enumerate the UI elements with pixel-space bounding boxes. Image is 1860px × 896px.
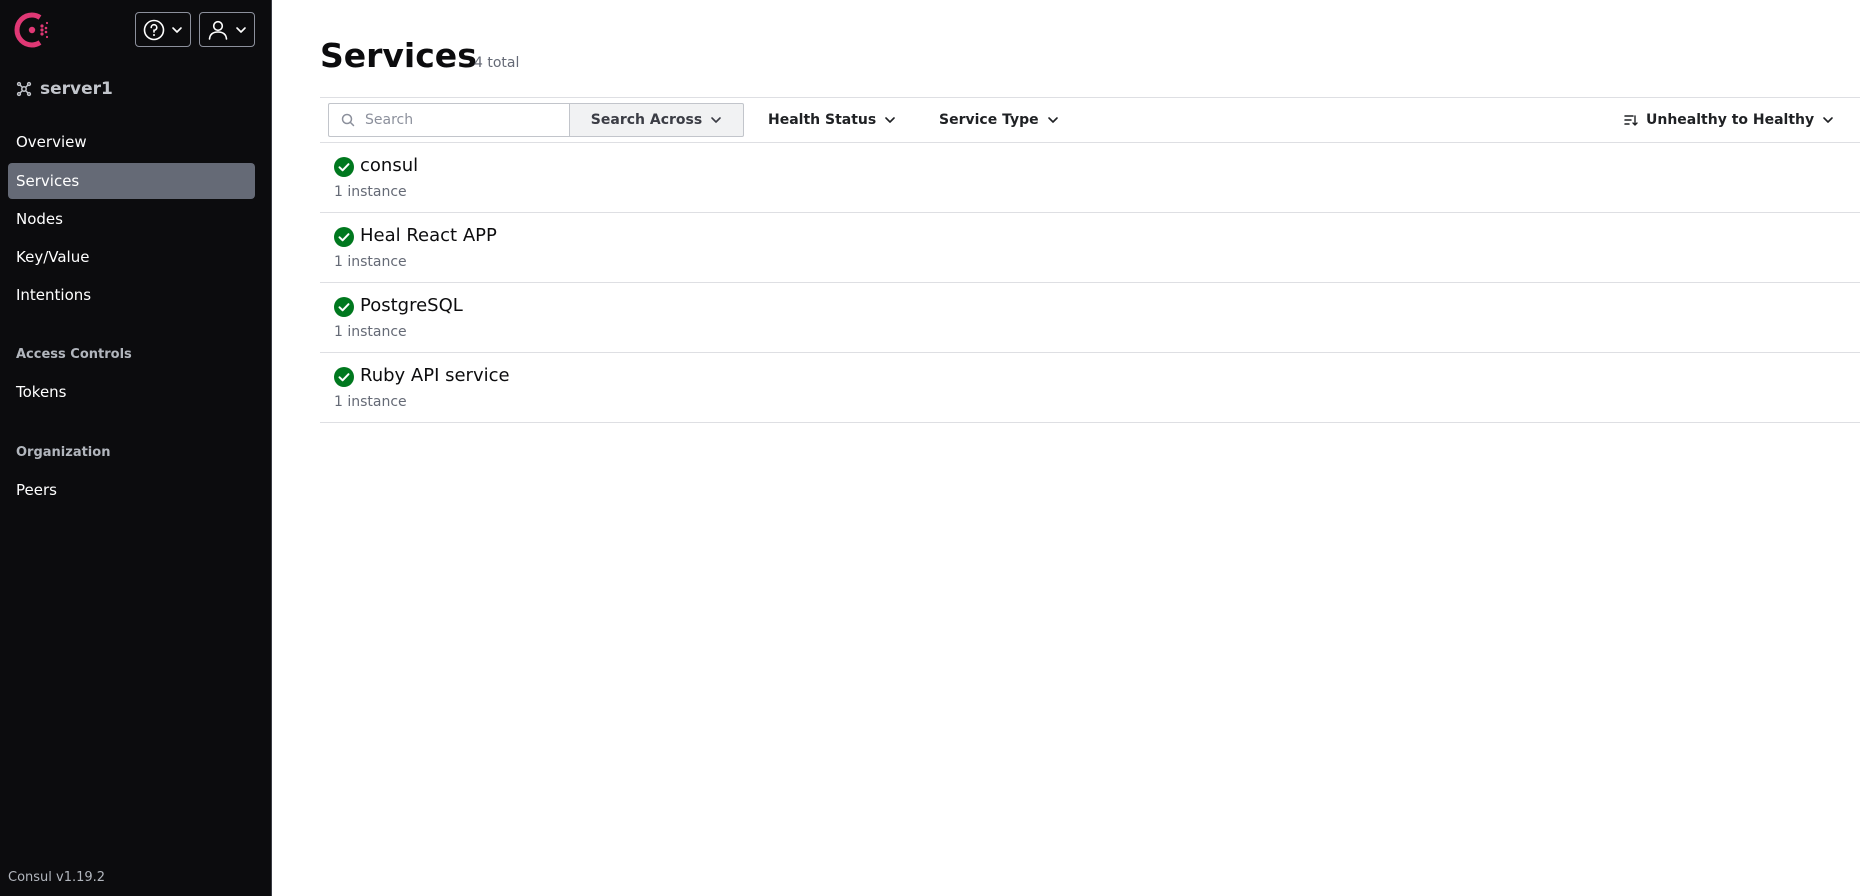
check-circle-icon	[334, 227, 354, 247]
datacenter-selector[interactable]: server1	[16, 79, 113, 99]
sidebar-item-overview[interactable]: Overview	[8, 124, 255, 160]
sidebar-item-label: Peers	[16, 481, 57, 499]
search-icon	[341, 113, 355, 127]
datacenter-icon	[16, 81, 32, 97]
check-circle-icon	[334, 157, 354, 177]
search-across-dropdown[interactable]: Search Across	[569, 103, 744, 137]
datacenter-name: server1	[40, 79, 113, 99]
sidebar-item-label: Key/Value	[16, 248, 90, 266]
help-icon	[143, 19, 165, 40]
instance-count: 1 instance	[334, 254, 407, 270]
sidebar-item-label: Intentions	[16, 286, 92, 304]
service-type-filter[interactable]: Service Type	[939, 103, 1059, 137]
service-name[interactable]: consul	[360, 155, 418, 176]
sidebar-item-label: Tokens	[16, 383, 67, 401]
health-status-label: Health Status	[768, 112, 877, 128]
help-menu-button[interactable]	[135, 12, 191, 47]
instance-count: 1 instance	[334, 394, 407, 410]
service-type-label: Service Type	[939, 112, 1039, 128]
service-row[interactable]: Heal React APP 1 instance	[320, 213, 1860, 283]
search-field[interactable]	[328, 103, 569, 137]
sidebar-item-key-value[interactable]: Key/Value	[8, 239, 255, 275]
chevron-down-icon	[236, 26, 246, 33]
section-heading-organization: Organization	[16, 445, 111, 460]
search-toolbar: Search Across Health Status Service Type…	[320, 97, 1860, 143]
chevron-down-icon	[1047, 117, 1058, 123]
chevron-down-icon	[885, 117, 896, 123]
service-row[interactable]: PostgreSQL 1 instance	[320, 283, 1860, 353]
search-across-label: Search Across	[590, 112, 703, 128]
service-row[interactable]: Ruby API service 1 instance	[320, 353, 1860, 423]
consul-logo-icon[interactable]	[14, 12, 50, 48]
sidebar-item-peers[interactable]: Peers	[8, 472, 255, 508]
instance-count: 1 instance	[334, 184, 407, 200]
search-input[interactable]	[365, 112, 555, 128]
sidebar-item-label: Overview	[16, 133, 87, 151]
sidebar: server1 Overview Services Nodes Key/Valu…	[0, 0, 272, 896]
health-status-filter[interactable]: Health Status	[768, 103, 896, 137]
instance-count: 1 instance	[334, 324, 407, 340]
user-icon	[208, 20, 228, 40]
sidebar-item-intentions[interactable]: Intentions	[8, 277, 255, 313]
service-name[interactable]: PostgreSQL	[360, 295, 463, 316]
sidebar-item-nodes[interactable]: Nodes	[8, 201, 255, 237]
sort-label: Unhealthy to Healthy	[1646, 112, 1815, 128]
service-row[interactable]: consul 1 instance	[320, 143, 1860, 213]
service-name[interactable]: Heal React APP	[360, 225, 497, 246]
chevron-down-icon	[711, 117, 722, 123]
chevron-down-icon	[172, 26, 182, 33]
service-name[interactable]: Ruby API service	[360, 365, 510, 386]
check-circle-icon	[334, 297, 354, 317]
chevron-down-icon	[1823, 117, 1833, 123]
sidebar-item-services[interactable]: Services	[8, 163, 255, 199]
check-circle-icon	[334, 367, 354, 387]
version-label: Consul v1.19.2	[8, 870, 106, 885]
sidebar-item-tokens[interactable]: Tokens	[8, 374, 255, 410]
total-count: 4 total	[474, 55, 520, 71]
sidebar-item-label: Nodes	[16, 210, 63, 228]
sort-dropdown[interactable]: Unhealthy to Healthy	[1624, 103, 1834, 137]
section-heading-access-controls: Access Controls	[16, 347, 132, 362]
sidebar-item-label: Services	[16, 172, 80, 190]
page-title: Services	[320, 36, 477, 75]
user-menu-button[interactable]	[199, 12, 255, 47]
sort-icon	[1624, 115, 1638, 126]
